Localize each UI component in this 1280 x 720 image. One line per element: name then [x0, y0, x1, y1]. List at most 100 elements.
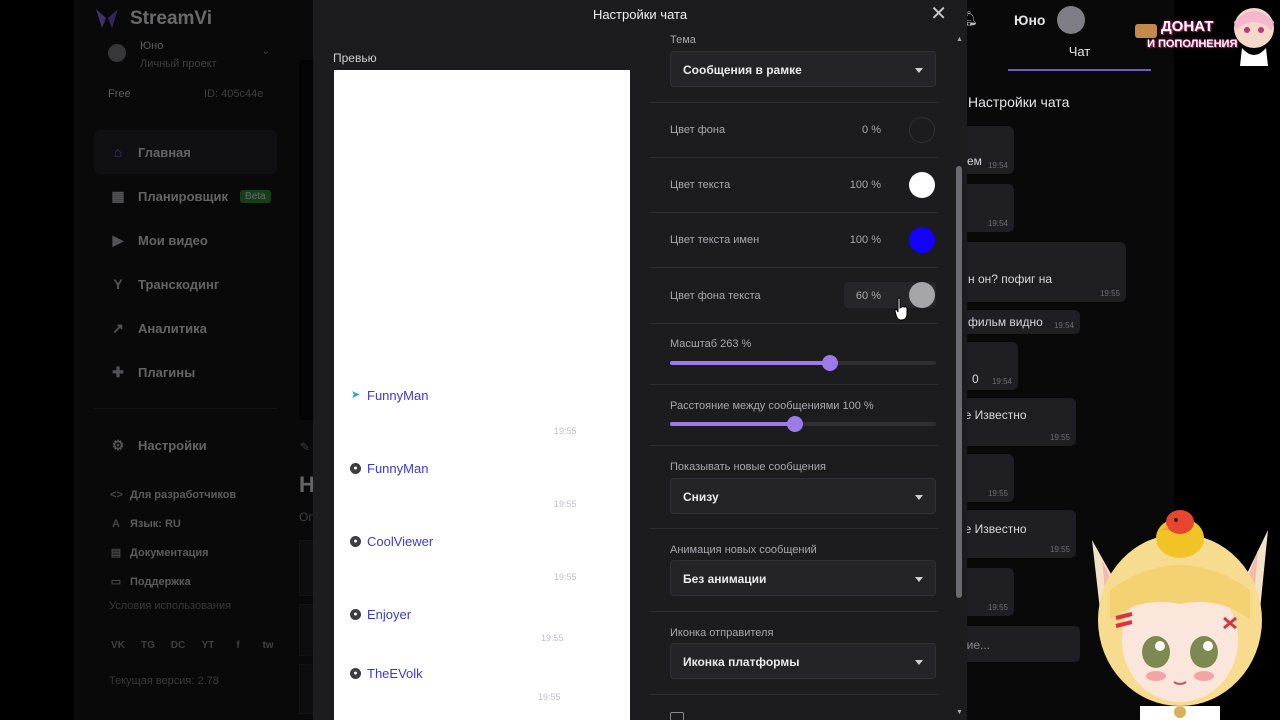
- checkbox[interactable]: [670, 712, 684, 720]
- video-icon: ▶: [112, 232, 124, 248]
- chat-bubble-time: 19:55: [1099, 289, 1120, 298]
- chat-bubble-text: ое Известно: [958, 408, 1027, 422]
- scale-slider-thumb[interactable]: [821, 355, 838, 371]
- nav-item-settings[interactable]: ⚙ Настройки: [94, 423, 277, 467]
- telegram-icon[interactable]: TG: [140, 638, 156, 654]
- chat-bubble-time: 19:54: [1053, 321, 1074, 330]
- show-new-select[interactable]: Снизу: [670, 478, 936, 514]
- link-label: Поддержка: [130, 575, 191, 588]
- nav-item-analytics[interactable]: ↗ Аналитика: [94, 306, 277, 350]
- color-swatch-text-background[interactable]: [909, 282, 935, 308]
- color-swatch-names[interactable]: [909, 227, 935, 253]
- theme-select[interactable]: Сообщения в рамке: [670, 51, 936, 87]
- preview-message: ● Enjoyer 19:55: [350, 607, 620, 643]
- color-opacity: 100 %: [849, 179, 881, 191]
- spacing-slider[interactable]: [670, 416, 936, 432]
- plan-id: ID: 405c44e: [204, 88, 264, 100]
- nav-item-plugins[interactable]: ✚ Плагины: [94, 350, 277, 394]
- scroll-down-icon[interactable]: ▼: [956, 709, 963, 716]
- translate-icon: A: [112, 517, 120, 530]
- color-row-names: Цвет текста имен 100 %: [650, 213, 938, 268]
- preview-message: ● TheEVolk 19:55: [350, 666, 620, 702]
- caret-down-icon: [915, 68, 923, 73]
- youtube-icon[interactable]: YT: [200, 638, 216, 654]
- animation-value: Без анимации: [683, 572, 767, 586]
- preview-message: ● FunnyMan 19:55: [350, 461, 620, 509]
- chat-bubble: н он? пофиг на 19:55: [940, 242, 1126, 302]
- preview-time: 19:55: [538, 692, 561, 702]
- caret-down-icon: [915, 660, 923, 665]
- chat-bubble-time: 19:55: [1049, 433, 1070, 442]
- chat-bubble-text: 0: [972, 372, 979, 386]
- project-avatar: [108, 44, 126, 62]
- scrollbar-thumb[interactable]: [956, 166, 962, 598]
- hand-cursor-icon: [894, 297, 908, 321]
- project-type: Личный проект: [140, 58, 217, 70]
- butterfly-logo-icon: [96, 9, 118, 28]
- chat-settings-modal: Настройки чата ✕ Превью ➤ FunnyMan 19:55…: [313, 0, 967, 720]
- color-swatch-text[interactable]: [909, 172, 935, 198]
- scale-label: Масштаб 263 %: [670, 338, 752, 350]
- code-icon: <>: [110, 488, 123, 501]
- pencil-icon[interactable]: ✎: [300, 440, 310, 454]
- chibi-mascot-image: [1234, 8, 1274, 66]
- scale-slider-fill: [670, 361, 830, 365]
- color-row-background: Цвет фона 0 %: [650, 103, 938, 158]
- logo-text: StreamVi: [130, 8, 213, 29]
- settings-scrollbar[interactable]: ▲ ▼: [956, 36, 963, 716]
- nav-item-transcoding[interactable]: Y Транскодинг: [94, 262, 277, 306]
- donate-title: ДОНАТ: [1161, 18, 1214, 35]
- link-support[interactable]: ▭ Поддержка: [110, 567, 236, 596]
- nav-item-planner[interactable]: ▦ Планировщик Beta: [94, 174, 277, 218]
- user-name: Юно: [1014, 12, 1046, 28]
- preview-message: ➤ FunnyMan 19:55: [350, 388, 620, 436]
- donate-subtitle: И ПОПОЛНЕНИЯ: [1147, 38, 1238, 50]
- scroll-up-icon[interactable]: ▲: [956, 36, 963, 43]
- chat-settings-title: Настройки чата: [968, 94, 1070, 110]
- facebook-icon[interactable]: f: [230, 638, 246, 654]
- sidebar: StreamVi Юно Личный проект ⌄ Free ID: 40…: [74, 0, 294, 720]
- chat-bubble-time: 19:54: [987, 161, 1008, 170]
- main-nav: ⌂ Главная ▦ Планировщик Beta ▶ Мои видео…: [94, 130, 277, 467]
- plan-name: Free: [108, 88, 131, 100]
- spacing-section: Расстояние между сообщениями 100 %: [650, 385, 938, 446]
- spacing-slider-thumb[interactable]: [787, 416, 804, 432]
- transcode-icon: Y: [113, 276, 123, 292]
- color-swatch-background[interactable]: [909, 117, 935, 143]
- preview-username: FunnyMan: [367, 461, 429, 476]
- avatar[interactable]: [1057, 6, 1085, 34]
- color-label: Цвет фона текста: [670, 290, 761, 302]
- streamvi-icon: ●: [350, 668, 361, 679]
- preview-time: 19:55: [554, 499, 577, 509]
- terms-link[interactable]: Условия использования: [109, 600, 231, 612]
- nav-item-label: Транскодинг: [138, 276, 220, 292]
- link-developers[interactable]: <> Для разработчиков: [110, 480, 236, 509]
- document-icon: ▤: [110, 547, 122, 559]
- analytics-icon: ↗: [112, 320, 124, 336]
- nav-item-home[interactable]: ⌂ Главная: [94, 130, 277, 174]
- scale-slider[interactable]: [670, 355, 936, 371]
- vtuber-avatar-image: [1092, 510, 1268, 720]
- color-opacity: 100 %: [849, 234, 881, 246]
- nav-item-label: Планировщик: [138, 188, 229, 204]
- home-icon: ⌂: [113, 144, 123, 160]
- link-label: Язык: RU: [130, 517, 181, 530]
- close-icon[interactable]: ✕: [930, 3, 947, 25]
- animation-select[interactable]: Без анимации: [670, 560, 936, 596]
- nav-divider: [94, 408, 277, 409]
- project-switcher[interactable]: Юно Личный проект ⌄: [94, 34, 274, 76]
- nav-item-videos[interactable]: ▶ Мои видео: [94, 218, 277, 262]
- link-docs[interactable]: ▤ Документация: [110, 538, 236, 567]
- discord-icon[interactable]: DC: [170, 638, 186, 654]
- preview-time: 19:55: [541, 633, 564, 643]
- link-language[interactable]: A Язык: RU: [110, 509, 236, 538]
- show-new-value: Снизу: [683, 490, 719, 504]
- theme-value: Сообщения в рамке: [683, 63, 802, 77]
- vk-icon[interactable]: VK: [110, 638, 126, 654]
- logo[interactable]: StreamVi: [94, 8, 212, 30]
- sender-icon-select[interactable]: Иконка платформы: [670, 643, 936, 679]
- sender-icon-value: Иконка платформы: [683, 655, 800, 669]
- animation-section: Анимация новых сообщений Без анимации: [650, 529, 938, 612]
- tab-chat[interactable]: Чат: [1008, 44, 1151, 71]
- twitter-icon[interactable]: tw: [260, 638, 276, 654]
